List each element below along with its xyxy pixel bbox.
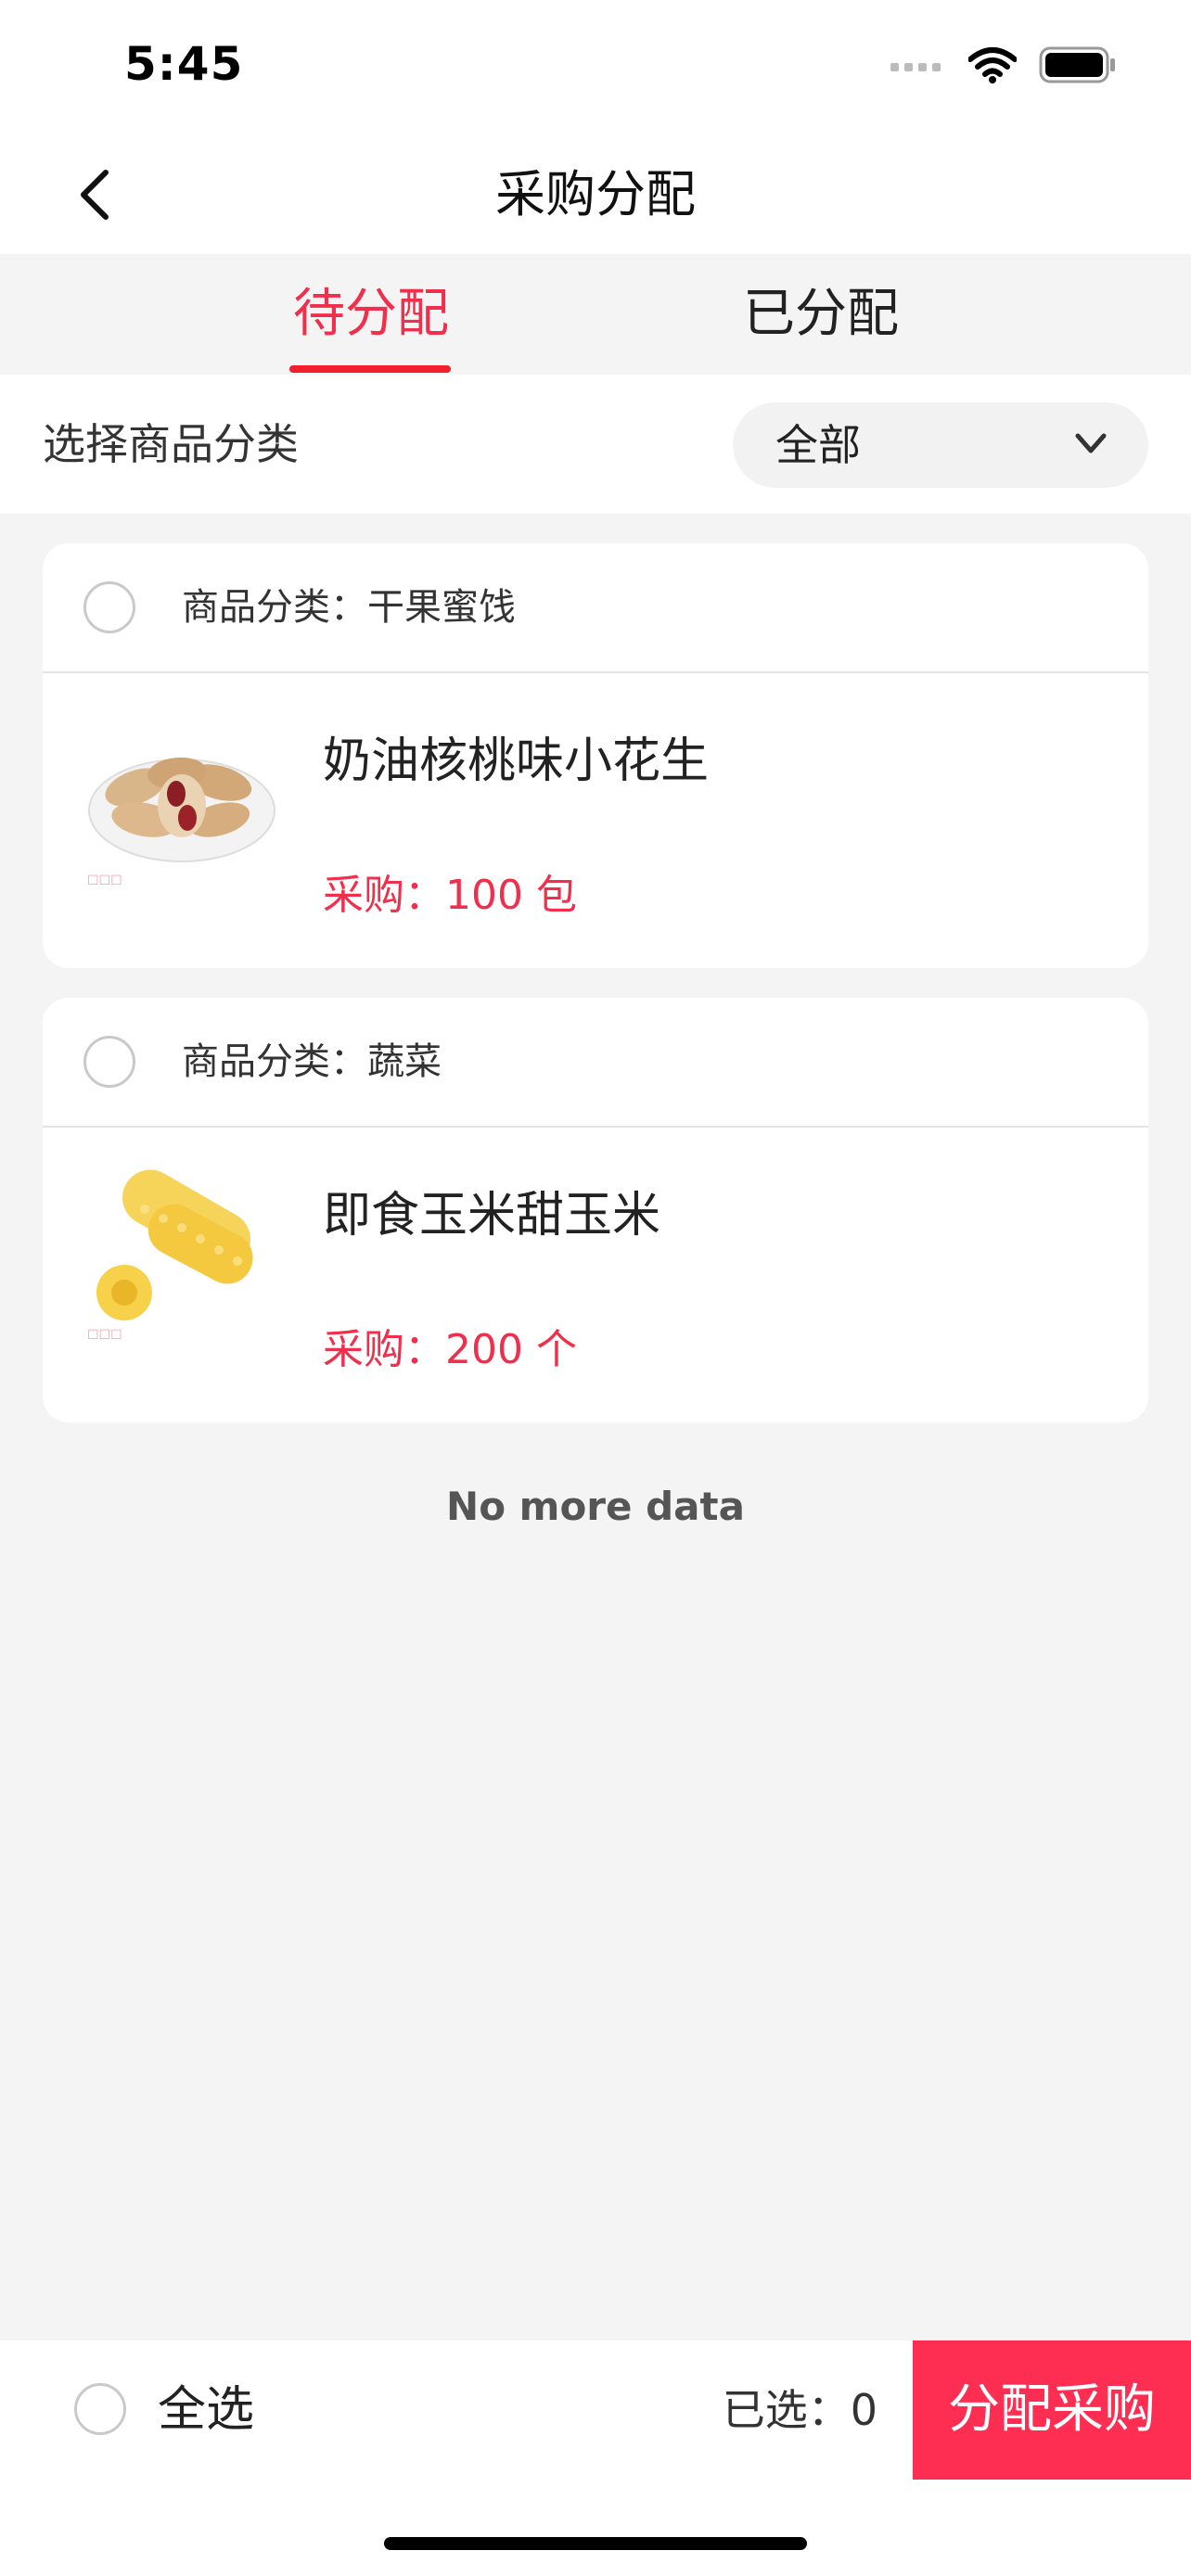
svg-text:☐☐☐: ☐☐☐ <box>87 1328 122 1343</box>
svg-text:☐☐☐: ☐☐☐ <box>87 874 122 888</box>
purchase-quantity: 采购：100 包 <box>323 872 577 919</box>
product-name: 奶油核桃味小花生 <box>323 733 710 789</box>
battery-icon <box>1039 46 1115 83</box>
category-select[interactable]: 全部 <box>733 402 1148 488</box>
selected-count: 已选：0 <box>722 2385 877 2435</box>
status-time: 5:45 <box>124 37 244 91</box>
page-title: 采购分配 <box>495 165 696 223</box>
corn-product-image: ☐☐☐ <box>87 1169 253 1343</box>
product-name: 即食玉米甜玉米 <box>323 1188 661 1243</box>
nav-bar: 采购分配 <box>0 130 1191 254</box>
product-card: 商品分类：蔬菜 ☐☐☐ 即食玉米甜玉米 采购：200 个 <box>43 998 1148 1422</box>
chevron-down-icon <box>1075 433 1107 453</box>
tab-assigned[interactable]: 已分配 <box>672 254 969 375</box>
select-all-radio[interactable] <box>74 2383 126 2435</box>
card-header: 商品分类：蔬菜 <box>43 998 1148 1128</box>
product-category: 商品分类：蔬菜 <box>182 1040 442 1083</box>
assign-purchase-button[interactable]: 分配采购 <box>913 2340 1191 2480</box>
category-filter-label: 选择商品分类 <box>43 419 299 469</box>
status-bar: 5:45 <box>0 0 1191 130</box>
card-select-radio[interactable] <box>83 581 135 633</box>
wifi-icon <box>968 47 1017 83</box>
status-icons <box>890 46 1117 83</box>
no-more-data-text: No more data <box>446 1484 745 1529</box>
category-filter-row: 选择商品分类 全部 <box>0 375 1191 514</box>
peanuts-product-image: ☐☐☐ <box>87 757 275 888</box>
product-card: 商品分类：干果蜜饯 ☐☐☐ 奶油核桃味小花生 采购：100 包 <box>43 543 1148 968</box>
active-tab-indicator <box>289 365 451 373</box>
purchase-quantity: 采购：200 个 <box>323 1326 577 1373</box>
cellular-signal-icon <box>890 63 941 71</box>
home-indicator <box>384 2537 807 2550</box>
tab-bar: 待分配 已分配 <box>0 254 1191 375</box>
card-header: 商品分类：干果蜜饯 <box>43 543 1148 673</box>
category-select-value: 全部 <box>775 420 861 470</box>
product-category: 商品分类：干果蜜饯 <box>182 586 516 629</box>
tab-pending[interactable]: 待分配 <box>223 254 519 375</box>
select-all-label[interactable]: 全选 <box>158 2340 254 2480</box>
card-select-radio[interactable] <box>83 1036 135 1088</box>
